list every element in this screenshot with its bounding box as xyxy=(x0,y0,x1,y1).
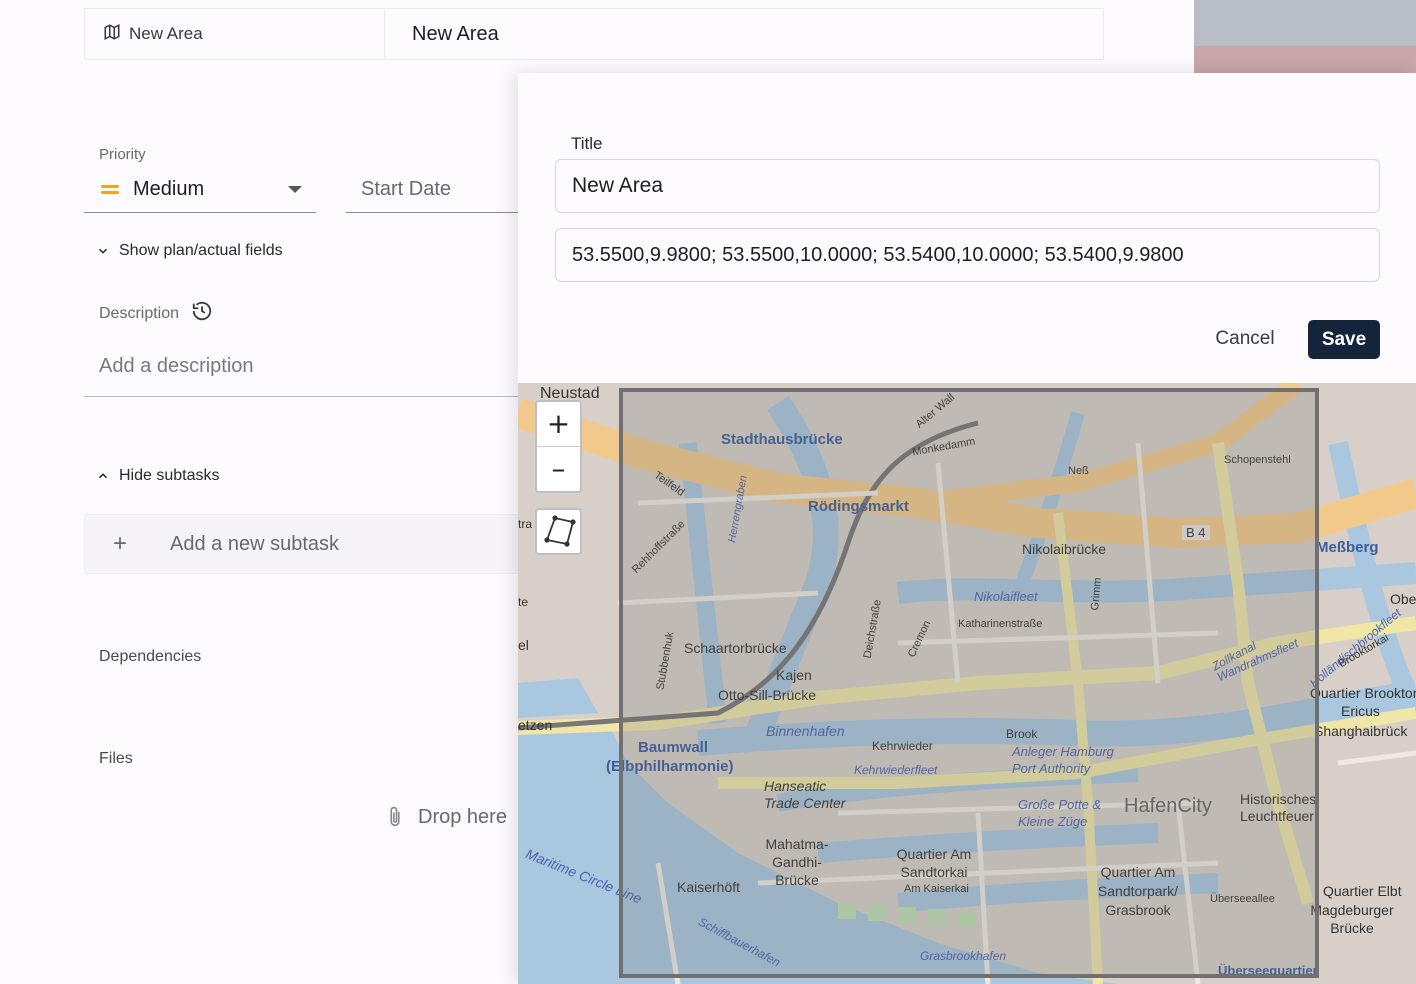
dialog-title-label: Title xyxy=(571,134,603,153)
area-dialog: Title Cancel Save xyxy=(518,73,1416,984)
show-plan-toggle[interactable]: Show plan/actual fields xyxy=(96,242,283,260)
map-icon xyxy=(103,23,121,46)
priority-medium-icon xyxy=(101,182,119,197)
cancel-button[interactable]: Cancel xyxy=(1200,320,1290,358)
map-view[interactable]: Neustad Stadthausbrücke Rödingsmarkt Nik… xyxy=(518,383,1416,984)
priority-value: Medium xyxy=(133,177,205,200)
drop-text: Drop here xyxy=(418,805,507,828)
description-label: Description xyxy=(99,300,213,327)
selected-area-polygon[interactable] xyxy=(619,388,1319,978)
chevron-up-icon xyxy=(98,473,108,479)
map-label: Ericus xyxy=(1341,703,1380,719)
map-label: Quartier Elbt xyxy=(1323,883,1402,899)
dialog-title-input[interactable] xyxy=(555,159,1380,213)
show-plan-label: Show plan/actual fields xyxy=(119,242,283,259)
map-label: el xyxy=(518,637,529,653)
files-label: Files xyxy=(99,750,133,767)
map-label: etzen xyxy=(518,717,553,733)
area-row-value[interactable]: New Area xyxy=(385,9,499,59)
area-row-label: New Area xyxy=(85,9,385,59)
map-label: Quartier Brooktor xyxy=(1310,685,1416,701)
map-label: te xyxy=(518,595,529,609)
hide-subtasks-toggle[interactable]: Hide subtasks xyxy=(96,467,220,485)
zoom-in-button[interactable]: + xyxy=(537,402,580,446)
file-drop-zone[interactable]: Drop here xyxy=(386,805,507,829)
chevron-down-icon xyxy=(98,248,108,254)
history-icon[interactable] xyxy=(191,300,213,327)
map-label: Obe xyxy=(1390,591,1416,607)
draw-polygon-button[interactable] xyxy=(535,508,582,555)
add-subtask-input[interactable]: Add a new subtask xyxy=(155,533,339,556)
area-row: New Area New Area xyxy=(84,8,1104,60)
caret-down-icon xyxy=(288,185,302,193)
plus-icon: + xyxy=(112,530,127,557)
priority-select[interactable]: Medium xyxy=(84,166,316,213)
zoom-control: + – xyxy=(535,400,582,493)
coordinates-input[interactable] xyxy=(555,228,1380,282)
priority-label: Priority xyxy=(99,146,146,163)
top-thumbnail xyxy=(1194,0,1416,73)
add-subtask-row[interactable]: + Add a new subtask xyxy=(84,514,524,574)
paperclip-icon xyxy=(390,806,400,827)
map-label: tra xyxy=(518,517,533,531)
map-label: Shanghaibrück xyxy=(1314,723,1408,739)
map-label: Meßberg xyxy=(1316,539,1379,556)
hide-subtasks-label: Hide subtasks xyxy=(119,467,220,484)
zoom-out-button[interactable]: – xyxy=(537,446,580,490)
area-row-label-text: New Area xyxy=(129,24,203,43)
save-button[interactable]: Save xyxy=(1308,320,1380,359)
description-label-text: Description xyxy=(99,304,180,322)
start-date-input[interactable]: Start Date xyxy=(346,166,526,213)
dependencies-label: Dependencies xyxy=(99,648,202,665)
polygon-draw-icon xyxy=(544,515,576,547)
description-input[interactable]: Add a description xyxy=(84,336,524,397)
